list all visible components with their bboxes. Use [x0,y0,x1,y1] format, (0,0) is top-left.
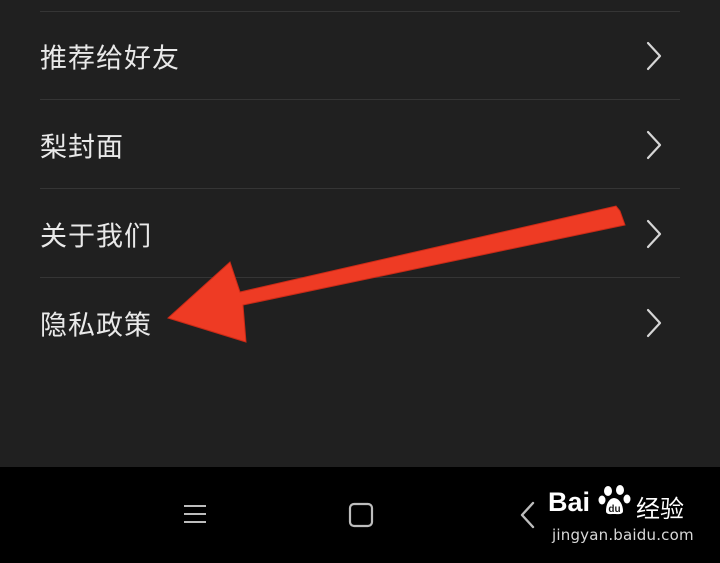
chevron-right-icon [646,308,662,338]
menu-item-label: 推荐给好友 [40,43,180,74]
chevron-right-icon [646,130,662,159]
chevron-left-back-icon[interactable] [518,500,536,530]
chevron-right-icon [646,219,662,248]
phone-screen: 推荐给好友 梨封面 关于我们 隐私政策 Bai du 经验 jingyan.ba… [0,0,720,563]
system-navigation-bar [0,467,720,563]
menu-item-label: 关于我们 [40,221,152,252]
menu-item-privacy-policy[interactable]: 隐私政策 [40,279,680,367]
menu-item-recommend-to-friends[interactable]: 推荐给好友 [40,12,680,100]
square-home-icon[interactable] [347,502,375,528]
menu-item-label: 隐私政策 [40,310,152,342]
hamburger-menu-icon[interactable] [182,502,208,526]
settings-menu-panel: 推荐给好友 梨封面 关于我们 隐私政策 [0,0,720,467]
menu-item-pear-cover[interactable]: 梨封面 [40,101,680,189]
chevron-right-icon [646,41,662,70]
menu-item-label: 梨封面 [40,132,124,163]
menu-item-about-us[interactable]: 关于我们 [40,190,680,278]
